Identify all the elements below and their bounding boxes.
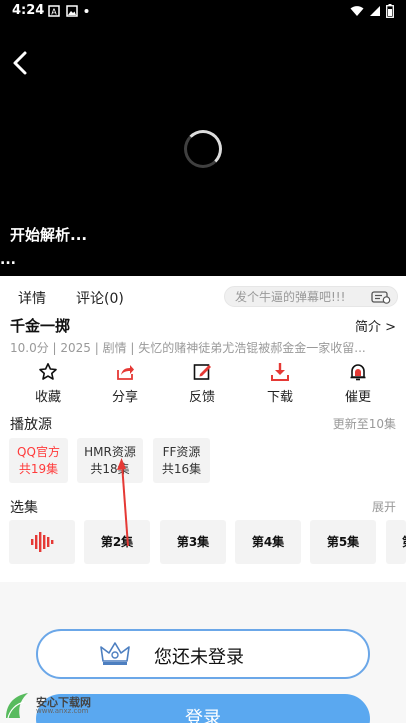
intro-link[interactable]: 简介 > (355, 316, 396, 335)
image-notification-icon (66, 5, 78, 17)
svg-text:A: A (51, 8, 57, 17)
annotation-arrow (117, 458, 129, 547)
share-label: 分享 (111, 390, 138, 405)
source-count: 共16集 (161, 462, 202, 476)
download-button[interactable]: 下载 (250, 362, 310, 405)
signal-icon (370, 6, 380, 16)
danmaku-settings-icon[interactable] (371, 291, 391, 304)
episode-item[interactable]: 第3集 (160, 520, 226, 564)
source-name: QQ官方 (17, 445, 60, 459)
status-time: 4:24 (12, 3, 45, 18)
video-player[interactable]: 4:24 A 开始解析... ... (0, 0, 406, 276)
feedback-icon (193, 364, 211, 380)
danmaku-input-box[interactable] (224, 286, 398, 307)
watermark-url: www.anxz.com (36, 707, 89, 715)
back-arrow-icon[interactable] (8, 48, 34, 78)
remind-update-label: 催更 (344, 390, 371, 405)
drama-title: 千金一掷 (10, 317, 71, 335)
sound-wave-icon (31, 532, 54, 552)
feedback-label: 反馈 (188, 390, 215, 405)
battery-icon (386, 4, 394, 18)
episode-playing[interactable] (9, 520, 75, 564)
star-icon (39, 363, 57, 380)
loading-spinner (184, 130, 222, 168)
source-count: 共19集 (18, 462, 59, 476)
wifi-icon (350, 6, 364, 16)
feedback-button[interactable]: 反馈 (172, 362, 232, 405)
crown-icon (100, 642, 130, 665)
source-ff[interactable]: FF资源 共16集 (153, 438, 210, 483)
login-prompt-card: 您还未登录 (36, 629, 370, 679)
share-icon (117, 365, 134, 380)
favorite-button[interactable]: 收藏 (18, 362, 78, 405)
favorite-label: 收藏 (34, 390, 61, 405)
action-bar: 收藏 分享 反馈 下载 催更 (0, 362, 406, 406)
share-button[interactable]: 分享 (95, 362, 155, 405)
drama-meta: 10.0分 | 2025 | 剧情 | 失忆的赌神徒弟尤浩锟被郝金金一家收留..… (10, 341, 366, 355)
source-qq[interactable]: QQ官方 共19集 (9, 438, 68, 483)
download-label: 下载 (266, 390, 293, 405)
episodes-expand[interactable]: 展开 (372, 498, 396, 515)
sources-title: 播放源 (10, 417, 52, 433)
login-prompt-text: 您还未登录 (154, 647, 244, 668)
parse-status-text: 开始解析... (10, 226, 88, 244)
episodes-title: 选集 (10, 500, 38, 516)
episode-item[interactable]: 第5集 (310, 520, 376, 564)
tab-comments[interactable]: 评论(0) (76, 288, 124, 308)
bell-icon (350, 364, 366, 381)
notification-icon: A (48, 5, 60, 17)
episode-item[interactable]: 第4集 (235, 520, 301, 564)
source-name: FF资源 (162, 445, 201, 459)
danmaku-input[interactable] (235, 289, 365, 305)
dot-icon (84, 9, 89, 13)
loading-dots: ... (0, 252, 16, 268)
tab-details[interactable]: 详情 (18, 288, 46, 308)
episode-item[interactable]: 第 (386, 520, 406, 564)
remind-update-button[interactable]: 催更 (328, 362, 388, 405)
status-bar: 4:24 A (0, 0, 406, 24)
download-icon (271, 363, 289, 381)
update-status: 更新至10集 (332, 417, 396, 431)
